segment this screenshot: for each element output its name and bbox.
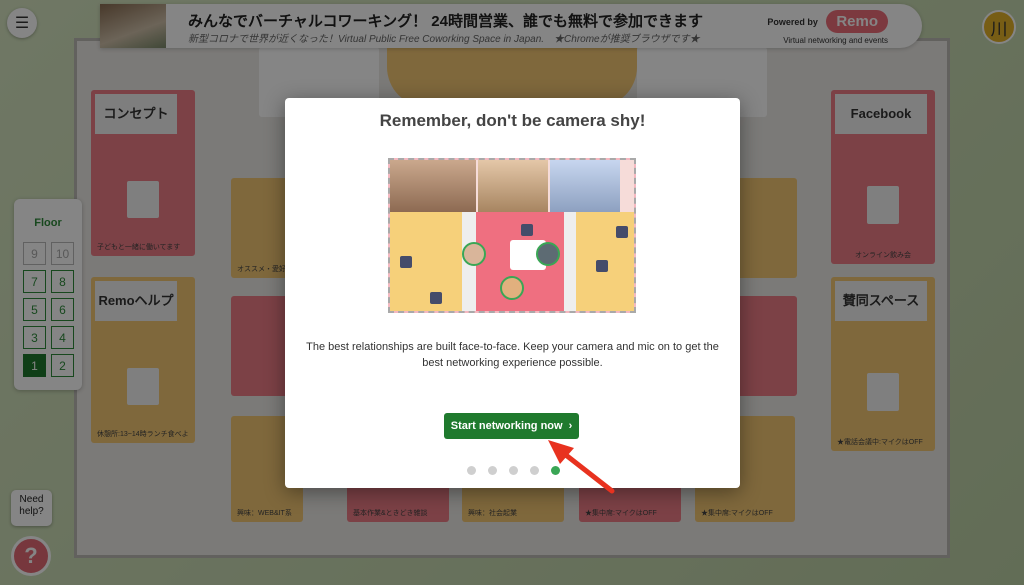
room-wall [564,212,576,311]
participant-avatar [500,276,524,300]
chair [430,292,442,304]
chair [521,224,533,236]
step-dot-active[interactable] [551,466,560,475]
chair [400,256,412,268]
start-networking-label: Start networking now [450,420,563,432]
chair [616,226,628,238]
participant-video [390,160,476,212]
step-dot[interactable] [509,466,518,475]
step-dot[interactable] [488,466,497,475]
participant-video [478,160,548,212]
participant-video [550,160,620,212]
chair [596,260,608,272]
camera-illustration [388,158,636,313]
step-dot[interactable] [467,466,476,475]
chevron-right-icon: › [568,420,573,432]
participant-avatar [536,242,560,266]
modal-body: The best relationships are built face-to… [306,341,719,369]
step-indicator [467,466,560,475]
modal-title: Remember, don't be camera shy! [379,111,646,130]
onboarding-modal: Remember, don't be camera shy! The best … [285,98,740,488]
step-dot[interactable] [530,466,539,475]
participant-avatar [462,242,486,266]
start-networking-button[interactable]: Start networking now › [444,413,579,439]
